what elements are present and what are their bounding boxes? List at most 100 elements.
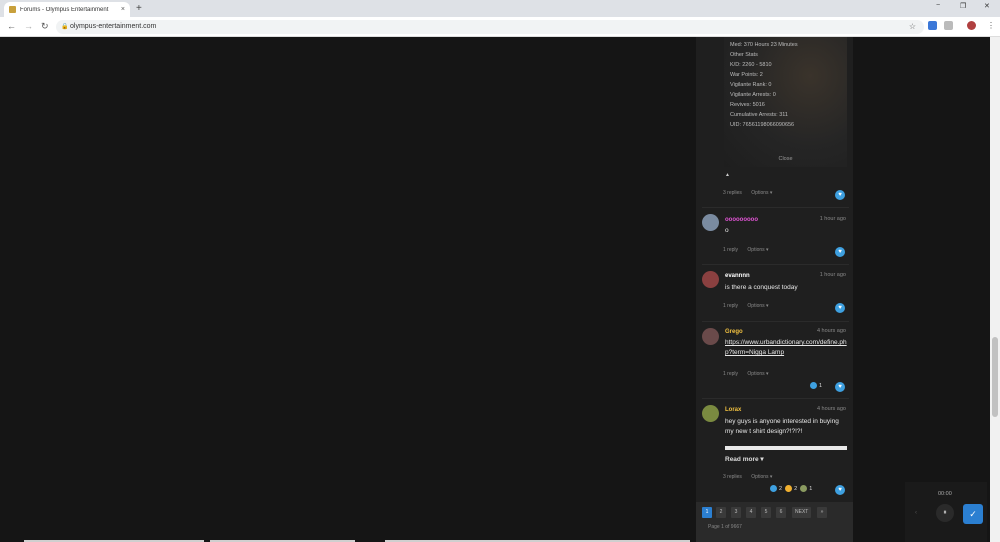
card-close-button[interactable]: Close [724,156,847,162]
like-icon[interactable]: ♥ [835,190,845,200]
browser-toolbar: ← → ↻ 🔒 olympus-entertainment.com ☆ ⋮ [0,17,1000,37]
stat-line: Revives: 5016 [730,102,765,108]
minimize-button[interactable]: − [936,2,940,9]
post-meta: 1 reply Options ▾ [723,371,777,377]
post-image-preview[interactable] [725,446,847,450]
page-button[interactable]: 4 [746,507,756,518]
collapse-caret-icon[interactable]: ▲ [725,172,730,178]
back-button[interactable]: ← [7,21,16,31]
page-button[interactable]: 3 [731,507,741,518]
pause-button[interactable]: ⏸ [936,504,954,522]
reaction-count: 1 [819,382,823,389]
profile-stats-card: Med: 370 Hours 23 Minutes Other Stats K/… [724,37,847,167]
extension-icon[interactable] [928,21,937,30]
post-meta: 1 reply Options ▾ [723,247,777,253]
divider [702,207,849,208]
lock-icon: 🔒 [61,24,69,30]
avatar[interactable] [702,271,719,288]
options-menu[interactable]: Options ▾ [747,303,768,309]
page-button[interactable]: 2 [716,507,726,518]
profile-avatar[interactable] [967,21,976,30]
next-page-button[interactable]: NEXT [792,507,812,518]
browser-menu-icon[interactable]: ⋮ [987,21,995,30]
avatar[interactable] [702,405,719,422]
page-info: Page 1 of 9667 [708,524,742,530]
like-icon[interactable]: ♥ [835,303,845,313]
post-time: 4 hours ago [816,406,846,412]
avatar[interactable] [702,328,719,345]
stat-line: Other Stats [730,52,758,58]
forward-button[interactable]: → [24,21,33,31]
like-icon[interactable]: ♥ [835,382,845,392]
scrollbar-thumb[interactable] [992,337,998,417]
post-username[interactable]: Lorax [725,407,741,413]
page-button[interactable]: 1 [702,507,712,518]
address-bar[interactable]: 🔒 olympus-entertainment.com ☆ [56,20,924,34]
other-reaction-icon [800,485,808,492]
media-time: 00:00 [938,491,952,497]
post-meta: 1 reply Options ▾ [723,303,777,309]
post-link[interactable]: https://www.urbandictionary.com/define.p… [725,339,847,356]
replies-link[interactable]: 3 replies [723,474,742,480]
reaction-count: 2 [779,485,783,492]
pagination: 1 2 3 4 5 6 NEXT » Page 1 of 9667 [696,502,853,542]
stat-line: Cumulative Arrests: 311 [730,112,788,118]
post-time: 1 hour ago [819,272,846,278]
page-button[interactable]: 6 [776,507,786,518]
page-content: Med: 370 Hours 23 Minutes Other Stats K/… [0,37,1000,542]
post-meta: 3 replies Options ▾ [723,474,780,480]
haha-reaction-icon [785,485,793,492]
post-username[interactable]: ooooooooo [725,217,758,223]
reaction-summary[interactable]: 1 [810,382,822,389]
url-text: olympus-entertainment.com [70,23,157,30]
site-favicon-icon [9,6,16,13]
post-text: is there a conquest today [725,284,798,291]
previous-icon[interactable]: ‹ [915,510,917,516]
post-time: 1 hour ago [819,216,846,222]
close-window-button[interactable]: ✕ [984,2,990,10]
read-more-link[interactable]: Read more ▾ [725,455,764,463]
tab-title: Forums - Olympus Entertainment [20,6,109,13]
reload-button[interactable]: ↻ [41,21,49,32]
avatar[interactable] [702,214,719,231]
stat-line: K/D: 2260 - 5810 [730,62,772,68]
replies-link[interactable]: 1 reply [723,247,738,253]
media-widget: 00:00 ‹ ⏸ ✓ [905,482,987,542]
replies-link[interactable]: 3 replies [723,190,742,196]
new-tab-button[interactable]: + [136,3,142,14]
page-button[interactable]: 5 [761,507,771,518]
tab-close-icon[interactable]: × [121,6,125,13]
stat-line: Med: 370 Hours 23 Minutes [730,42,798,48]
reaction-count: 1 [809,485,813,492]
check-button[interactable]: ✓ [963,504,983,524]
options-menu[interactable]: Options ▾ [751,474,772,480]
options-menu[interactable]: Options ▾ [747,371,768,377]
browser-tabstrip: Forums - Olympus Entertainment × + − ❐ ✕ [0,0,1000,17]
page-scrollbar[interactable] [990,37,1000,542]
post-text: o [725,227,729,234]
extension-icon-2[interactable] [944,21,953,30]
stat-line: UID: 76561198066090656 [730,122,795,128]
stat-line: Vigilante Arrests: 0 [730,92,776,98]
options-menu[interactable]: Options ▾ [751,190,772,196]
stat-line: War Points: 2 [730,72,763,78]
bookmark-star-icon[interactable]: ☆ [909,20,916,34]
like-reaction-icon [770,485,777,492]
maximize-button[interactable]: ❐ [960,2,966,10]
replies-link[interactable]: 1 reply [723,303,738,309]
post-username[interactable]: Grego [725,329,743,335]
post-username[interactable]: evannnn [725,273,750,279]
reaction-count: 2 [794,485,798,492]
last-page-button[interactable]: » [817,507,827,518]
browser-tab[interactable]: Forums - Olympus Entertainment × [4,2,130,17]
stat-line: Vigilante Rank: 0 [730,82,772,88]
post-meta: 3 replies Options ▾ [723,190,780,196]
like-icon[interactable]: ♥ [835,485,845,495]
post-time: 4 hours ago [816,328,846,334]
options-menu[interactable]: Options ▾ [747,247,768,253]
post-text: https://www.urbandictionary.com/define.p… [725,338,847,358]
post-text: hey guys is anyone interested in buying … [725,418,839,435]
replies-link[interactable]: 1 reply [723,371,738,377]
reaction-summary[interactable]: 2 2 1 [770,485,812,492]
like-icon[interactable]: ♥ [835,247,845,257]
